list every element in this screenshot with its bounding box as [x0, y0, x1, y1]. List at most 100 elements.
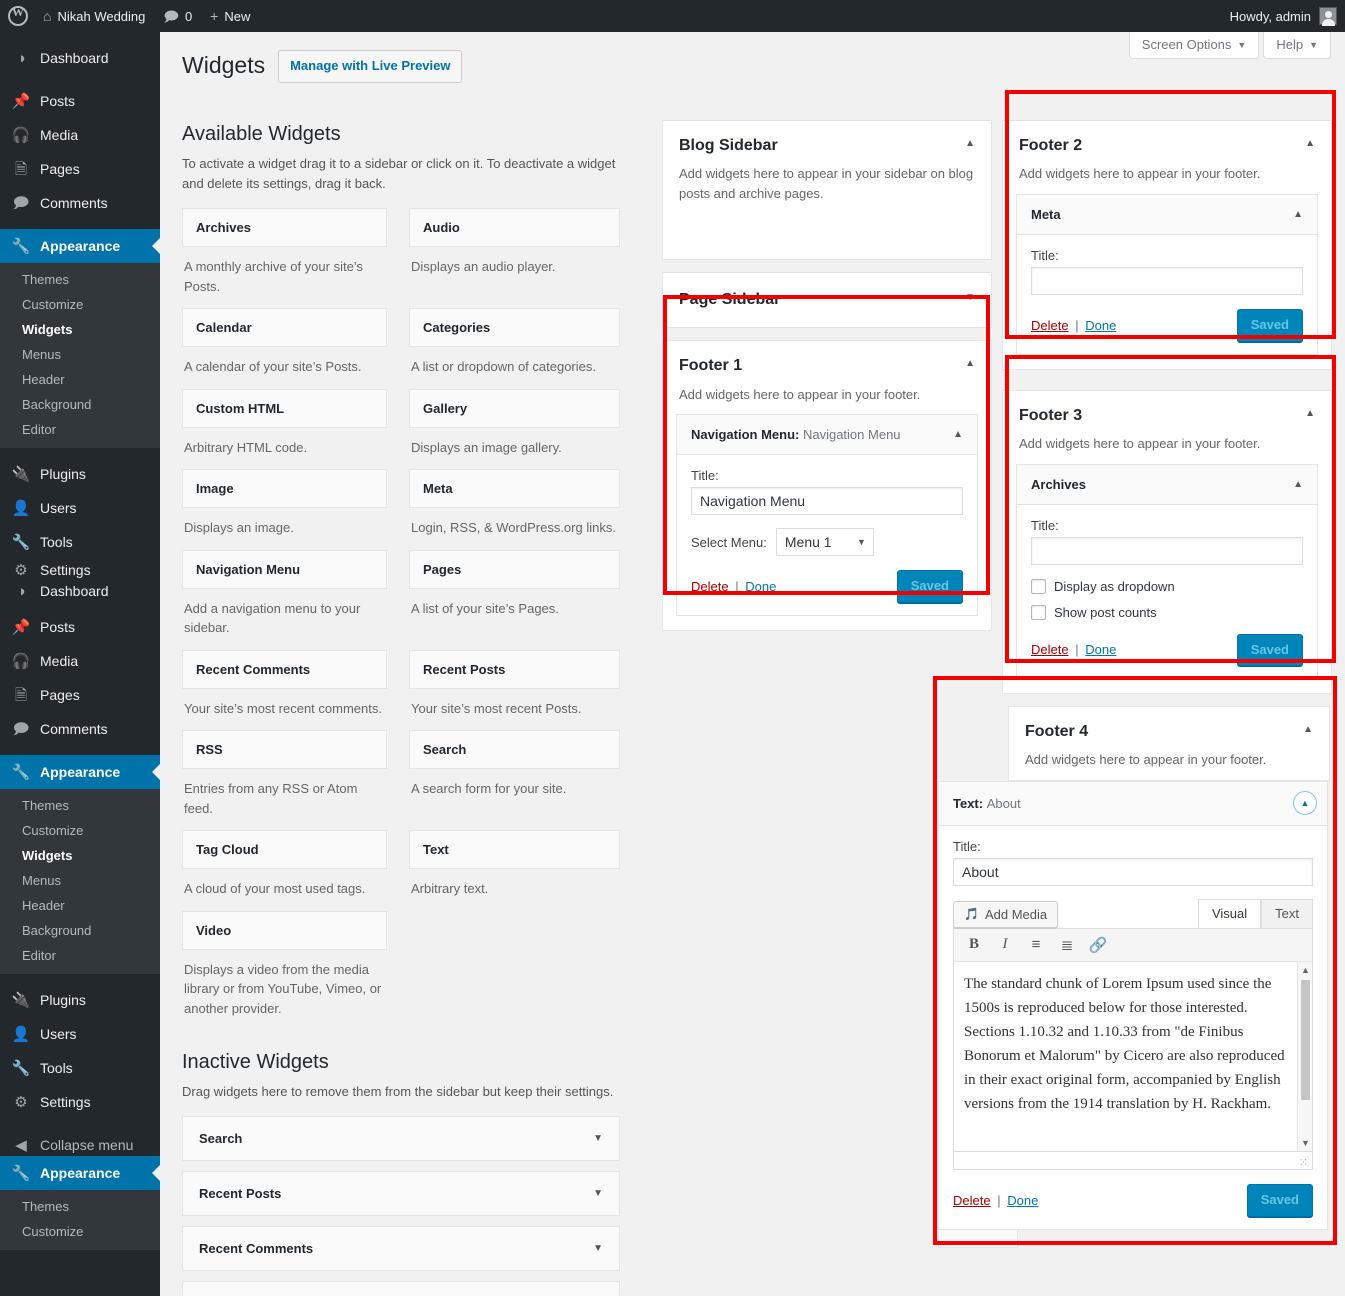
sidebar-item-menus-2[interactable]: Menus — [0, 868, 160, 893]
widget-custom-html[interactable]: Custom HTML — [182, 388, 387, 428]
appearance-submenu-2[interactable]: Themes Customize Widgets Menus Header Ba… — [0, 789, 160, 974]
display-as-dropdown-row[interactable]: Display as dropdown — [1031, 578, 1303, 594]
sidebar-item-posts[interactable]: 📌 Posts — [0, 84, 160, 118]
widget-text[interactable]: Text — [409, 830, 620, 870]
widget-meta[interactable]: Meta — [409, 469, 620, 509]
editor-scrollbar[interactable]: ▲ ▼ — [1297, 961, 1312, 1151]
chevron-down-icon[interactable]: ▼ — [593, 1243, 603, 1254]
editor-mode-tabs[interactable]: Visual Text — [1197, 898, 1313, 928]
sidebar-item-users[interactable]: 👤 Users — [0, 491, 160, 525]
numbered-list-icon[interactable]: ≣ — [1057, 936, 1077, 954]
sidebar-item-background-2[interactable]: Background — [0, 918, 160, 943]
sidebar-item-header[interactable]: Header — [0, 367, 160, 392]
sidebar-item-widgets-2[interactable]: Widgets — [0, 843, 160, 868]
widget-header[interactable]: Meta ▲ — [1017, 194, 1317, 235]
widget-audio[interactable]: Audio — [409, 208, 620, 248]
widget-recent-posts[interactable]: Recent Posts — [409, 649, 620, 689]
widget-tag-cloud[interactable]: Tag Cloud — [182, 830, 387, 870]
sidebar-item-pages-2[interactable]: 🗎 Pages — [0, 678, 160, 712]
delete-link[interactable]: Delete — [953, 1193, 991, 1208]
panel-header[interactable]: Page Sidebar ▼ — [663, 273, 991, 327]
panel-header[interactable]: Blog Sidebar Add widgets here to appear … — [663, 121, 991, 213]
rich-text-editor-area[interactable]: The standard chunk of Lorem Ipsum used s… — [953, 961, 1313, 1152]
saved-button[interactable]: Saved — [1236, 633, 1303, 667]
panel-header[interactable]: Footer 3 Add widgets here to appear in y… — [1003, 391, 1331, 464]
appearance-submenu-3[interactable]: Themes Customize — [0, 1190, 160, 1250]
tab-text[interactable]: Text — [1261, 898, 1313, 928]
done-link[interactable]: Done — [745, 579, 776, 594]
widget-pages[interactable]: Pages — [409, 549, 620, 589]
show-post-counts-row[interactable]: Show post counts — [1031, 604, 1303, 620]
chevron-down-icon[interactable]: ▼ — [593, 1133, 603, 1144]
comments-bubble[interactable]: 🗩 0 — [154, 0, 201, 32]
sidebar-item-background[interactable]: Background — [0, 392, 160, 417]
chevron-up-icon[interactable]: ▲ — [1303, 724, 1313, 735]
widget-header[interactable]: Navigation Menu: Navigation Menu ▲ — [677, 415, 977, 456]
sidebar-item-header-2[interactable]: Header — [0, 893, 160, 918]
done-link[interactable]: Done — [1085, 318, 1116, 333]
chevron-up-icon[interactable]: ▲ — [953, 429, 963, 440]
italic-icon[interactable]: I — [995, 936, 1015, 953]
title-input[interactable] — [953, 857, 1313, 886]
sidebar-item-widgets[interactable]: Widgets — [0, 317, 160, 342]
sidebar-item-posts-2[interactable]: 📌 Posts — [0, 610, 160, 644]
chevron-down-icon[interactable]: ▼ — [593, 1188, 603, 1199]
widget-categories[interactable]: Categories — [409, 308, 620, 348]
tab-visual[interactable]: Visual — [1197, 898, 1262, 928]
saved-button[interactable]: Saved — [896, 570, 963, 604]
delete-link[interactable]: Delete — [1031, 642, 1069, 657]
sidebar-item-media-2[interactable]: 🎧 Media — [0, 644, 160, 678]
sidebar-item-editor-2[interactable]: Editor — [0, 943, 160, 968]
inactive-widget-recent-posts[interactable]: Recent Posts ▼ — [182, 1171, 620, 1217]
sidebar-item-media[interactable]: 🎧 Media — [0, 118, 160, 152]
sidebar-item-customize[interactable]: Customize — [0, 292, 160, 317]
bulleted-list-icon[interactable]: ≡ — [1026, 936, 1046, 953]
wordpress-logo-menu[interactable] — [0, 0, 34, 32]
sidebar-item-plugins[interactable]: 🔌 Plugins — [0, 457, 160, 491]
sidebar-item-customize-3[interactable]: Customize — [0, 1219, 160, 1244]
title-input[interactable] — [1031, 536, 1303, 565]
sidebar-item-dashboard[interactable]: ◑ Dashboard — [0, 41, 160, 75]
chevron-up-icon[interactable]: ▲ — [1305, 408, 1315, 419]
site-name-menu[interactable]: ⌂ Nikah Wedding — [34, 0, 154, 32]
sidebar-item-dashboard-second[interactable]: ◑ Dashboard — [0, 581, 160, 601]
widget-gallery[interactable]: Gallery — [409, 388, 620, 428]
panel-header[interactable]: Footer 1 Add widgets here to appear in y… — [663, 341, 991, 414]
chevron-up-icon[interactable]: ▲ — [1293, 790, 1317, 815]
widget-navigation-menu[interactable]: Navigation Menu — [182, 549, 387, 589]
done-link[interactable]: Done — [1007, 1193, 1038, 1208]
sidebar-item-tools-2[interactable]: 🔧 Tools — [0, 1051, 160, 1085]
scroll-up-arrow-icon[interactable]: ▲ — [1298, 965, 1312, 975]
sidebar-item-menus[interactable]: Menus — [0, 342, 160, 367]
link-icon[interactable]: 🔗 — [1088, 936, 1108, 954]
widget-archives[interactable]: Archives — [182, 208, 387, 248]
sidebar-item-themes-3[interactable]: Themes — [0, 1194, 160, 1219]
delete-link[interactable]: Delete — [1031, 318, 1069, 333]
title-input[interactable] — [1031, 266, 1303, 295]
widget-rss[interactable]: RSS — [182, 730, 387, 770]
select-menu-dropdown[interactable]: Menu 1 ▼ — [775, 528, 874, 557]
inactive-widget-search[interactable]: Search ▼ — [182, 1116, 620, 1162]
admin-sidebar-menu[interactable]: ◑ Dashboard 📌 Posts 🎧 Media 🗎 Pages 🗩 Co… — [0, 32, 160, 1296]
add-media-button[interactable]: 🎵 Add Media — [953, 900, 1059, 928]
scroll-down-arrow-icon[interactable]: ▼ — [1298, 1138, 1312, 1148]
inactive-widget-recent-comments[interactable]: Recent Comments ▼ — [182, 1226, 620, 1272]
scrollbar-thumb[interactable] — [1301, 979, 1310, 1100]
chevron-up-icon[interactable]: ▲ — [965, 138, 975, 149]
widget-video[interactable]: Video — [182, 910, 387, 950]
editor-resize-handle[interactable] — [953, 1151, 1313, 1170]
chevron-up-icon[interactable]: ▲ — [965, 358, 975, 369]
saved-button[interactable]: Saved — [1236, 308, 1303, 342]
title-input[interactable] — [691, 487, 963, 516]
bold-icon[interactable]: B — [964, 936, 984, 953]
widget-calendar[interactable]: Calendar — [182, 308, 387, 348]
sidebar-item-editor[interactable]: Editor — [0, 417, 160, 442]
chevron-up-icon[interactable]: ▲ — [1293, 479, 1303, 490]
widget-header[interactable]: Text: About ▲ — [939, 781, 1327, 826]
sidebar-item-plugins-2[interactable]: 🔌 Plugins — [0, 983, 160, 1017]
sidebar-item-tools[interactable]: 🔧 Tools — [0, 525, 160, 559]
chevron-up-icon[interactable]: ▲ — [1305, 138, 1315, 149]
saved-button[interactable]: Saved — [1246, 1183, 1313, 1217]
sidebar-item-themes-2[interactable]: Themes — [0, 793, 160, 818]
chevron-up-icon[interactable]: ▲ — [1293, 209, 1303, 220]
